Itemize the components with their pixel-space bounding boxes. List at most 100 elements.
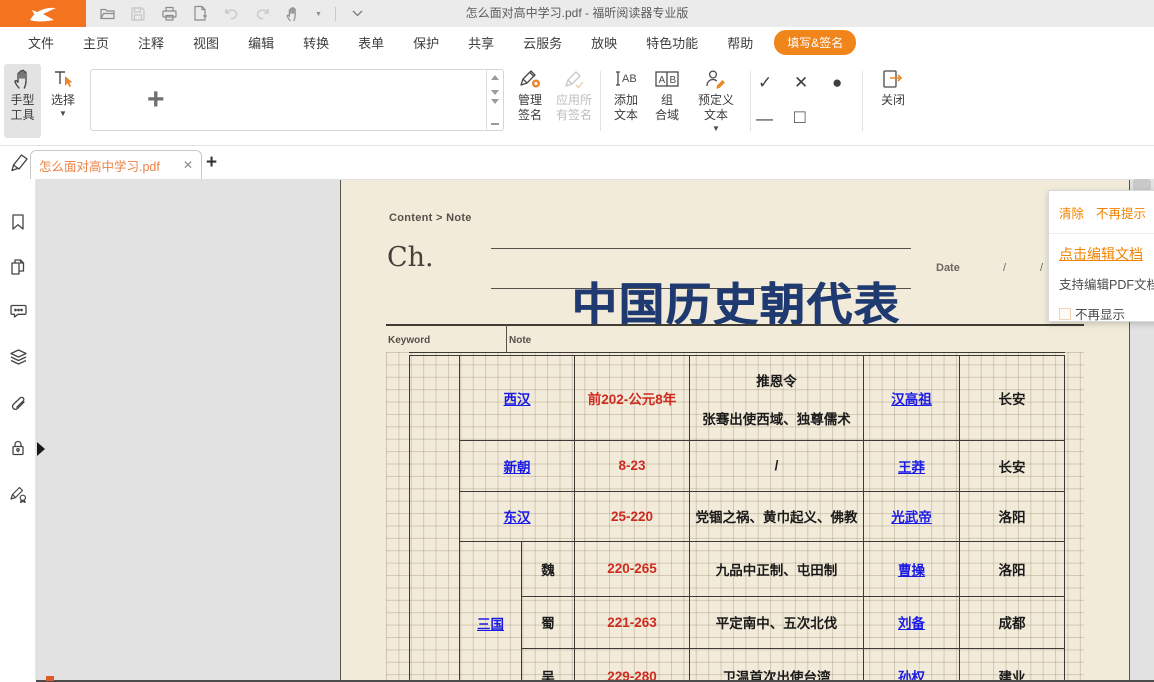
open-file-icon[interactable] (98, 5, 116, 23)
years-cell: 8-23 (575, 440, 690, 491)
dynasty-link-cell[interactable]: 西汉 (460, 354, 575, 440)
menu-form[interactable]: 表单 (358, 33, 384, 52)
hand-tool-button[interactable]: 手型 工具 (4, 64, 41, 138)
menu-view[interactable]: 视图 (193, 33, 219, 52)
select-tool-button[interactable]: 选择 ▼ (44, 64, 82, 138)
security-panel-icon[interactable] (9, 439, 27, 457)
close-label: 关闭 (881, 93, 905, 108)
hand-icon (12, 68, 34, 90)
dynasty-link-cell[interactable]: 新朝 (460, 440, 575, 491)
signature-scroll-rail (486, 70, 503, 130)
select-tool-label: 选择 (51, 93, 75, 108)
years-cell: 前202-公元8年 (575, 354, 690, 440)
dont-show-checkbox[interactable] (1059, 308, 1071, 320)
foxit-logo[interactable] (0, 0, 86, 27)
popup-edit-description: 支持编辑PDF文档 (1059, 274, 1154, 293)
document-view-area[interactable]: Content > Note Ch. 中国历史朝代表 Date / / Keyw… (36, 179, 1154, 680)
popup-dont-prompt-link[interactable]: 不再提示 (1096, 203, 1146, 222)
years-cell: 220-265 (575, 541, 690, 596)
capital-cell: 成都 (960, 596, 1065, 648)
panel-expand-arrow[interactable] (37, 442, 45, 456)
tab-fill-and-sign[interactable]: 填写&签名 (774, 30, 856, 55)
stamp-dot-button[interactable]: ● (832, 74, 842, 91)
menu-share[interactable]: 共享 (468, 33, 494, 52)
dont-show-label: 不再显示 (1075, 304, 1125, 323)
predefined-text-label: 预定义 文本 (698, 93, 734, 123)
ribbon-separator (862, 71, 863, 131)
active-document-tab[interactable]: 怎么面对高中学习.pdf ✕ (30, 150, 202, 179)
founder-link-cell[interactable]: 曹操 (864, 541, 960, 596)
scroll-down-icon[interactable] (491, 90, 499, 95)
combine-field-button[interactable]: A B 组 合域 (648, 64, 686, 138)
stamp-line-button[interactable]: — (756, 110, 773, 127)
svg-text:AB: AB (622, 73, 637, 85)
tab-close-icon[interactable]: ✕ (183, 158, 193, 172)
table-cell-empty (410, 354, 460, 680)
events-cell: 平定南中、五次北伐 (690, 596, 864, 648)
page-thumbnails-icon[interactable] (9, 258, 27, 276)
navigation-sidebar (0, 179, 36, 680)
attachments-panel-icon[interactable] (9, 394, 27, 412)
new-page-icon[interactable] (191, 5, 209, 23)
print-icon[interactable] (160, 5, 178, 23)
table-row: 西汉 前202-公元8年 推恩令 张骞出使西域、独尊儒术 汉高祖 长安 (410, 354, 1065, 440)
menu-cloud[interactable]: 云服务 (523, 33, 562, 52)
stamp-check-button[interactable]: ✓ (758, 74, 772, 91)
combine-field-label: 组 合域 (655, 93, 679, 123)
menubar: 文件 主页 注释 视图 编辑 转换 表单 保护 共享 云服务 放映 特色功能 帮… (0, 27, 1154, 57)
date-label: Date (936, 262, 960, 274)
menu-features[interactable]: 特色功能 (646, 33, 698, 52)
signature-list-box[interactable]: + (90, 69, 504, 131)
new-tab-button[interactable]: + (206, 152, 217, 174)
predefined-text-caret: ▼ (712, 125, 720, 133)
add-signature-plus[interactable]: + (147, 83, 165, 117)
chapter-label: Ch. (387, 242, 434, 273)
stamp-square-button[interactable]: □ (794, 108, 805, 127)
manage-signature-button[interactable]: 管理 签名 (510, 64, 550, 138)
menu-help[interactable]: 帮助 (727, 33, 753, 52)
redo-icon[interactable] (253, 5, 271, 23)
collapse-ribbon-icon[interactable] (349, 5, 367, 23)
sub-dynasty-cell: 魏 (522, 541, 575, 596)
comments-panel-icon[interactable] (9, 302, 27, 320)
dynasty-group-link-cell[interactable]: 三国 (460, 541, 522, 680)
founder-link-cell[interactable]: 光武帝 (864, 491, 960, 541)
edit-hint-popup: 清除 不再提示 点击编辑文档 支持编辑PDF文档 不再显示 (1048, 190, 1154, 322)
pdf-page: Content > Note Ch. 中国历史朝代表 Date / / Keyw… (340, 180, 1130, 680)
close-exit-icon (881, 68, 905, 90)
menu-home[interactable]: 主页 (83, 33, 109, 52)
founder-link-cell[interactable]: 汉高祖 (864, 354, 960, 440)
hand-pointer-icon[interactable] (284, 5, 302, 23)
menu-protect[interactable]: 保护 (413, 33, 439, 52)
highlighter-pen-icon[interactable] (9, 152, 30, 178)
founder-link-cell[interactable]: 孙权 (864, 648, 960, 680)
stamp-cross-button[interactable]: ✕ (794, 74, 808, 91)
apply-signatures-label: 应用所 有签名 (556, 93, 592, 123)
menu-convert[interactable]: 转换 (303, 33, 329, 52)
scroll-last-icon[interactable] (491, 104, 499, 125)
table-row: 东汉 25-220 党锢之祸、黄巾起义、佛教 光武帝 洛阳 (410, 491, 1065, 541)
dynasty-link-cell[interactable]: 东汉 (460, 491, 575, 541)
founder-link-cell[interactable]: 刘备 (864, 596, 960, 648)
popup-edit-document-link[interactable]: 点击编辑文档 (1059, 244, 1154, 264)
select-dropdown-caret: ▼ (59, 110, 67, 118)
capital-cell: 长安 (960, 440, 1065, 491)
undo-icon[interactable] (222, 5, 240, 23)
page-breadcrumb: Content > Note (389, 212, 472, 224)
menu-present[interactable]: 放映 (591, 33, 617, 52)
scroll-up-icon[interactable] (491, 75, 499, 80)
digital-signatures-panel-icon[interactable] (9, 485, 27, 503)
save-icon[interactable] (129, 5, 147, 23)
bookmarks-panel-icon[interactable] (9, 213, 27, 231)
add-text-button[interactable]: AB 添加 文本 (606, 64, 646, 138)
founder-link-cell[interactable]: 王莽 (864, 440, 960, 491)
menu-file[interactable]: 文件 (28, 33, 54, 52)
predefined-text-button[interactable]: 预定义 文本 ▼ (688, 64, 744, 138)
hand-tool-dropdown-caret[interactable]: ▼ (315, 11, 322, 18)
popup-clear-link[interactable]: 清除 (1059, 203, 1084, 222)
menu-edit[interactable]: 编辑 (248, 33, 274, 52)
layers-panel-icon[interactable] (9, 348, 27, 366)
close-fill-sign-button[interactable]: 关闭 (872, 64, 914, 138)
menu-comment[interactable]: 注释 (138, 33, 164, 52)
popup-divider (1049, 233, 1154, 234)
